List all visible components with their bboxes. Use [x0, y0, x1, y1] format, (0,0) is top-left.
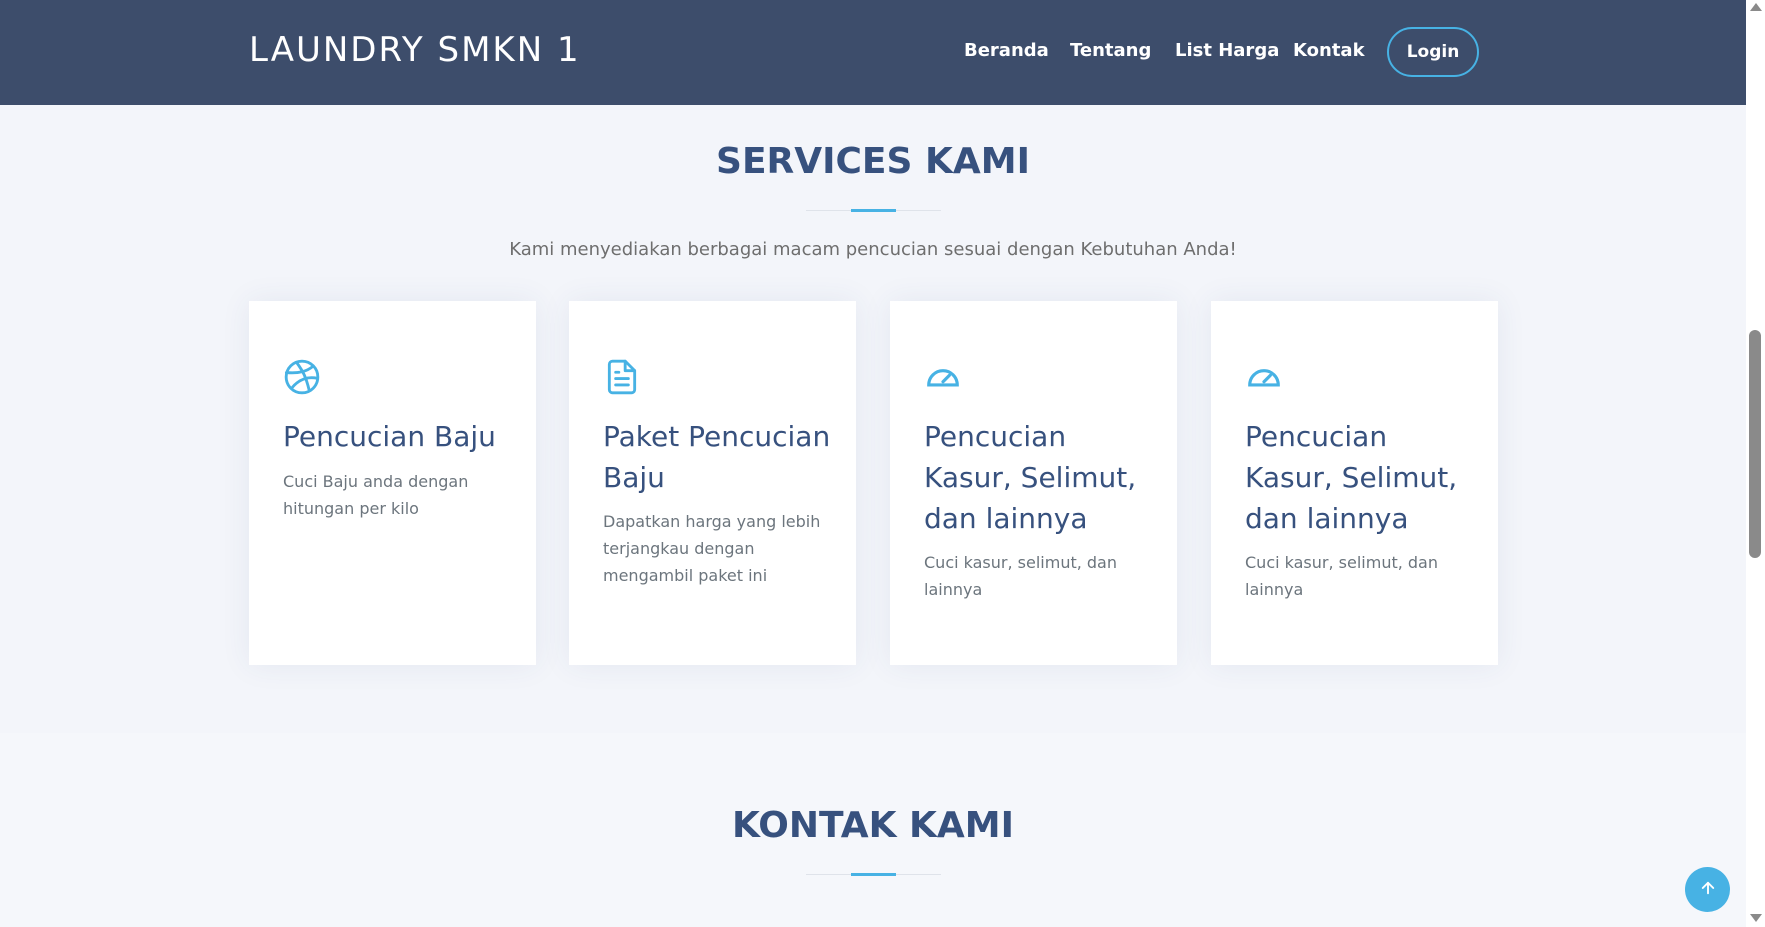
services-title-divider: [806, 209, 941, 212]
services-title: SERVICES KAMI: [716, 141, 1030, 182]
brand-logo[interactable]: LAUNDRY SMKN 1: [249, 30, 581, 70]
kontak-title-divider: [806, 873, 941, 876]
speedometer-icon: [1245, 358, 1283, 396]
scrollbar-thumb[interactable]: [1749, 330, 1761, 558]
login-button[interactable]: Login: [1387, 27, 1479, 77]
speedometer-icon: [924, 358, 962, 396]
nav-list-harga[interactable]: List Harga: [1175, 40, 1279, 61]
back-to-top-button[interactable]: [1685, 867, 1730, 912]
service-card-desc: Cuci kasur, selimut, dan lainnya: [924, 553, 1117, 599]
vertical-scrollbar[interactable]: [1746, 0, 1765, 927]
scroll-up-arrow-icon[interactable]: [1750, 3, 1762, 11]
service-card-3[interactable]: Pencucian Kasur, Selimut, dan lainnya Cu…: [890, 301, 1177, 665]
services-section: SERVICES KAMI Kami menyediakan berbagai …: [0, 105, 1746, 733]
nav-kontak[interactable]: Kontak: [1293, 40, 1365, 61]
service-card-title: Pencucian Kasur, Selimut, dan lainnya: [924, 420, 1137, 535]
service-card-title: Pencucian Kasur, Selimut, dan lainnya: [1245, 420, 1458, 535]
service-card-4[interactable]: Pencucian Kasur, Selimut, dan lainnya Cu…: [1211, 301, 1498, 665]
service-card-title: Paket Pencucian Baju: [603, 420, 831, 494]
page-viewport: LAUNDRY SMKN 1 Beranda Tentang List Harg…: [0, 0, 1746, 927]
service-card-1[interactable]: Pencucian Baju Cuci Baju anda dengan hit…: [249, 301, 536, 665]
divider-accent: [851, 209, 896, 212]
nav-tentang[interactable]: Tentang: [1070, 40, 1151, 61]
divider-accent: [851, 873, 896, 876]
services-subtitle: Kami menyediakan berbagai macam pencucia…: [509, 239, 1237, 260]
dribbble-icon: [283, 358, 321, 396]
scroll-down-arrow-icon[interactable]: [1750, 914, 1762, 922]
service-card-desc: Cuci kasur, selimut, dan lainnya: [1245, 553, 1438, 599]
service-card-desc: Dapatkan harga yang lebih terjangkau den…: [603, 512, 821, 585]
arrow-up-icon: [1699, 879, 1717, 901]
nav-beranda[interactable]: Beranda: [964, 40, 1049, 61]
service-card-desc: Cuci Baju anda dengan hitungan per kilo: [283, 472, 469, 518]
service-card-2[interactable]: Paket Pencucian Baju Dapatkan harga yang…: [569, 301, 856, 665]
file-text-icon: [603, 358, 641, 396]
service-card-title: Pencucian Baju: [283, 420, 496, 453]
navbar: LAUNDRY SMKN 1 Beranda Tentang List Harg…: [0, 0, 1746, 105]
kontak-section: KONTAK KAMI: [0, 733, 1746, 927]
kontak-title: KONTAK KAMI: [731, 805, 1015, 846]
